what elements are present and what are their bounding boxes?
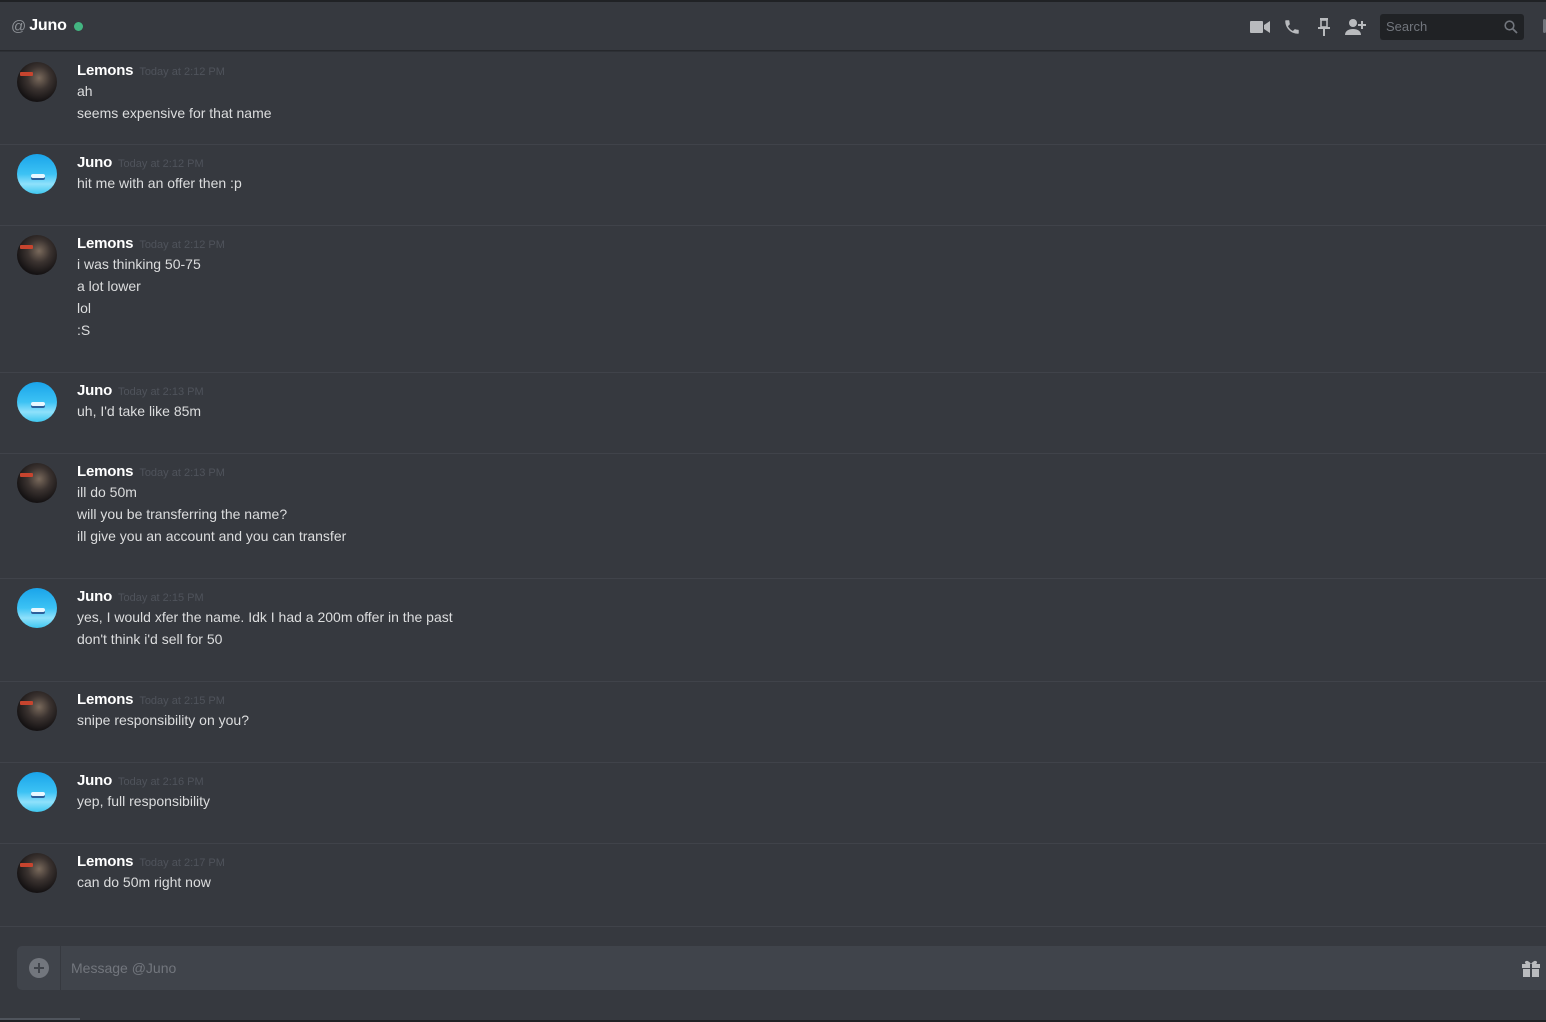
- message-group: Juno Today at 2:12 PM hit me with an offe…: [0, 145, 1546, 226]
- add-friend-icon[interactable]: [1340, 15, 1372, 39]
- message-group: Lemons Today at 2:12 PM ah seems expensiv…: [0, 53, 1546, 145]
- message-author[interactable]: Juno: [77, 588, 112, 605]
- message-text: ah: [77, 83, 93, 99]
- juno-avatar[interactable]: [17, 382, 57, 422]
- message-text: uh, I'd take like 85m: [77, 403, 202, 419]
- message-author[interactable]: Lemons: [77, 691, 134, 708]
- message-text: a lot lower: [77, 278, 141, 294]
- bottom-edge-handle: [0, 1018, 80, 1020]
- message-group: Juno Today at 2:15 PM yes, I would xfer t…: [0, 579, 1546, 682]
- message-group: Lemons Today at 2:15 PM snipe responsibil…: [0, 682, 1546, 763]
- message-author[interactable]: Juno: [77, 154, 112, 171]
- message-author[interactable]: Lemons: [77, 463, 134, 480]
- message-text: hit me with an offer then :p: [77, 175, 242, 191]
- message-text: seems expensive for that name: [77, 105, 272, 121]
- message-text: ill do 50m: [77, 484, 137, 500]
- lemons-avatar[interactable]: [17, 463, 57, 503]
- online-status-icon: [73, 21, 83, 31]
- message-composer: [17, 946, 1546, 990]
- lemons-avatar[interactable]: [17, 853, 57, 893]
- message-timestamp: Today at 2:12 PM: [139, 66, 225, 78]
- video-call-icon[interactable]: [1244, 15, 1276, 39]
- header-toolbar: Search: [1244, 2, 1546, 51]
- channel-header: @ Juno Search: [0, 2, 1546, 51]
- message-author[interactable]: Lemons: [77, 62, 134, 79]
- message-text: don't think i'd sell for 50: [77, 631, 223, 647]
- message-text: yes, I would xfer the name. Idk I had a …: [77, 609, 453, 625]
- message-timestamp: Today at 2:16 PM: [118, 776, 204, 788]
- lemons-avatar[interactable]: [17, 235, 57, 275]
- voice-call-icon[interactable]: [1276, 15, 1308, 39]
- message-timestamp: Today at 2:15 PM: [139, 695, 225, 707]
- lemons-avatar[interactable]: [17, 62, 57, 102]
- dm-recipient-name: Juno: [29, 17, 67, 34]
- message-timestamp: Today at 2:12 PM: [139, 239, 225, 251]
- message-author[interactable]: Lemons: [77, 235, 134, 252]
- chat-window: @ Juno Search Lemons Today at 2:12 PM ah…: [0, 0, 1546, 1022]
- at-symbol: @: [11, 17, 27, 35]
- search-input[interactable]: Search: [1380, 13, 1524, 40]
- add-attachment-icon[interactable]: [17, 946, 61, 990]
- message-text: ill give you an account and you can tran…: [77, 528, 347, 544]
- message-text: yep, full responsibility: [77, 793, 211, 809]
- message-input[interactable]: [61, 946, 1516, 990]
- message-author[interactable]: Juno: [77, 772, 112, 789]
- message-group: Juno Today at 2:16 PM yep, full responsib…: [0, 763, 1546, 844]
- message-group: Lemons Today at 2:12 PM i was thinking 50…: [0, 226, 1546, 373]
- message-text: will you be transferring the name?: [77, 506, 288, 522]
- message-author[interactable]: Juno: [77, 382, 112, 399]
- message-text: i was thinking 50-75: [77, 256, 201, 272]
- message-group: Lemons Today at 2:13 PM ill do 50m will y…: [0, 454, 1546, 579]
- lemons-avatar[interactable]: [17, 691, 57, 731]
- message-group: Lemons Today at 2:17 PM can do 50m right …: [0, 844, 1546, 927]
- pin-icon[interactable]: [1308, 15, 1340, 39]
- message-timestamp: Today at 2:15 PM: [118, 592, 204, 604]
- message-timestamp: Today at 2:12 PM: [118, 158, 204, 170]
- message-text: can do 50m right now: [77, 874, 211, 890]
- message-group: Juno Today at 2:13 PM uh, I'd take like 8…: [0, 373, 1546, 454]
- message-text: lol: [77, 300, 92, 316]
- message-list: Lemons Today at 2:12 PM ah seems expensiv…: [0, 53, 1546, 927]
- juno-avatar[interactable]: [17, 588, 57, 628]
- gift-icon[interactable]: [1516, 946, 1546, 990]
- juno-avatar[interactable]: [17, 154, 57, 194]
- juno-avatar[interactable]: [17, 772, 57, 812]
- message-author[interactable]: Lemons: [77, 853, 134, 870]
- message-text: snipe responsibility on you?: [77, 712, 249, 728]
- message-text: :S: [77, 322, 91, 338]
- message-timestamp: Today at 2:17 PM: [139, 857, 225, 869]
- message-timestamp: Today at 2:13 PM: [139, 467, 225, 479]
- message-timestamp: Today at 2:13 PM: [118, 386, 204, 398]
- search-icon: [1504, 19, 1518, 34]
- search-placeholder: Search: [1386, 19, 1428, 34]
